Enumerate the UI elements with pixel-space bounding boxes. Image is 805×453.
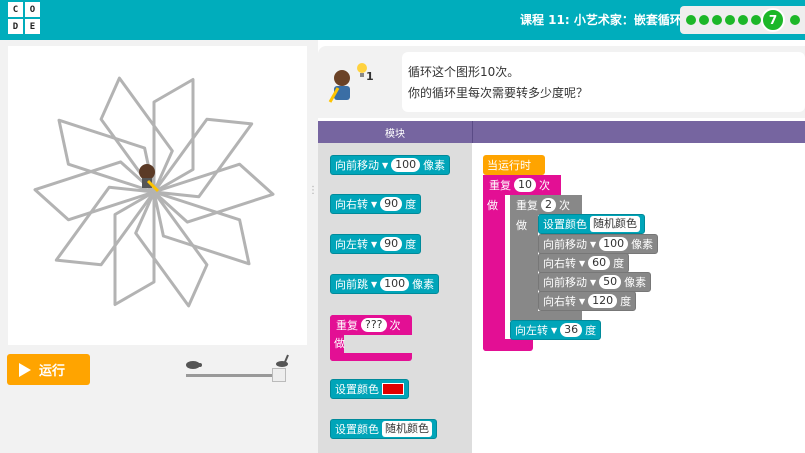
- current-level-dot[interactable]: 7: [761, 8, 785, 32]
- level-dot[interactable]: [738, 15, 748, 25]
- drawn-shape: [152, 190, 251, 266]
- speed-slider-handle[interactable]: [272, 368, 286, 382]
- turn-right-block[interactable]: 向右转 ▼ 120 度: [538, 291, 637, 311]
- toolbox-move-forward-block[interactable]: 向前移动 ▼ 100 像素: [330, 155, 451, 175]
- instructions-panel: 1 循环这个图形10次。 你的循环里每次需要转多少度呢？: [318, 46, 805, 118]
- play-icon: [19, 362, 31, 377]
- dropdown-arrow-icon: ▼: [371, 239, 378, 249]
- instruction-bubble: 循环这个图形10次。 你的循环里每次需要转多少度呢？: [402, 52, 805, 112]
- rabbit-icon: [276, 354, 289, 367]
- move-forward-block[interactable]: 向前移动 ▼ 50 像素: [538, 272, 652, 292]
- toolbox-label: 模块: [385, 129, 405, 140]
- instructor-avatar-icon: [328, 70, 350, 103]
- dropdown-arrow-icon: ▼: [579, 296, 586, 306]
- color-swatch[interactable]: [382, 383, 404, 395]
- visualization-pane: 运行: [0, 40, 318, 453]
- code-logo[interactable]: C O D E: [8, 2, 40, 34]
- speed-slider-track[interactable]: [186, 374, 278, 377]
- set-color-random-block[interactable]: 设置颜色 随机颜色: [538, 214, 645, 234]
- instruction-line: 循环这个图形10次。: [408, 65, 520, 79]
- toolbox-set-color-random-block[interactable]: 设置颜色 随机颜色: [330, 419, 437, 439]
- hint-count: 1: [366, 70, 374, 83]
- block-toolbox: 向前移动 ▼ 100 像素 向右转 ▼ 90 度 向左转 ▼ 90 度 向前跳 ▼ 100 像素…: [318, 143, 472, 453]
- pane-resize-handle[interactable]: ⋮: [308, 185, 318, 205]
- lesson-title[interactable]: 课程 11: 小艺术家：嵌套循环: [520, 11, 682, 28]
- dropdown-arrow-icon: ▼: [579, 258, 586, 268]
- dropdown-arrow-icon: ▼: [382, 160, 389, 170]
- level-dot[interactable]: [686, 15, 696, 25]
- level-progress: 7: [680, 6, 805, 34]
- program-workspace: 当运行时 重复 10 次 做 重复 2 次 做 设置颜色 随机颜色 向前移动 ▼ …: [472, 143, 805, 453]
- turtle-icon: [186, 361, 202, 369]
- when-run-block[interactable]: 当运行时: [483, 155, 545, 175]
- toolbox-jump-forward-block[interactable]: 向前跳 ▼ 100 像素: [330, 274, 440, 294]
- toolbox-turn-right-block[interactable]: 向右转 ▼ 90 度: [330, 194, 422, 214]
- level-dot[interactable]: [790, 15, 800, 25]
- level-dot[interactable]: [751, 15, 761, 25]
- move-forward-block[interactable]: 向前移动 ▼ 100 像素: [538, 234, 659, 254]
- top-header: C O D E 课程 11: 小艺术家：嵌套循环 7: [0, 0, 805, 40]
- drawing-canvas: [8, 46, 307, 345]
- dropdown-arrow-icon: ▼: [371, 199, 378, 209]
- toolbox-set-color-block[interactable]: 设置颜色: [330, 379, 409, 399]
- toolbox-repeat-block[interactable]: 重复 ??? 次 做: [330, 315, 412, 361]
- drawn-shape: [57, 118, 156, 194]
- level-dot[interactable]: [725, 15, 735, 25]
- turn-right-block[interactable]: 向右转 ▼ 60 度: [538, 253, 630, 273]
- level-dot[interactable]: [699, 15, 709, 25]
- dropdown-arrow-icon: ▼: [551, 325, 558, 335]
- workspace-header: 模块: [318, 121, 805, 143]
- turn-left-block[interactable]: 向左转 ▼ 36 度: [510, 320, 602, 340]
- level-dot[interactable]: [712, 15, 722, 25]
- dropdown-arrow-icon: ▼: [371, 279, 378, 289]
- dropdown-arrow-icon: ▼: [590, 277, 597, 287]
- instruction-line: 你的循环里每次需要转多少度呢？: [408, 86, 589, 100]
- run-button[interactable]: 运行: [7, 354, 90, 385]
- toolbox-turn-left-block[interactable]: 向左转 ▼ 90 度: [330, 234, 422, 254]
- artist-drawing: [33, 76, 275, 308]
- dropdown-arrow-icon: ▼: [590, 239, 597, 249]
